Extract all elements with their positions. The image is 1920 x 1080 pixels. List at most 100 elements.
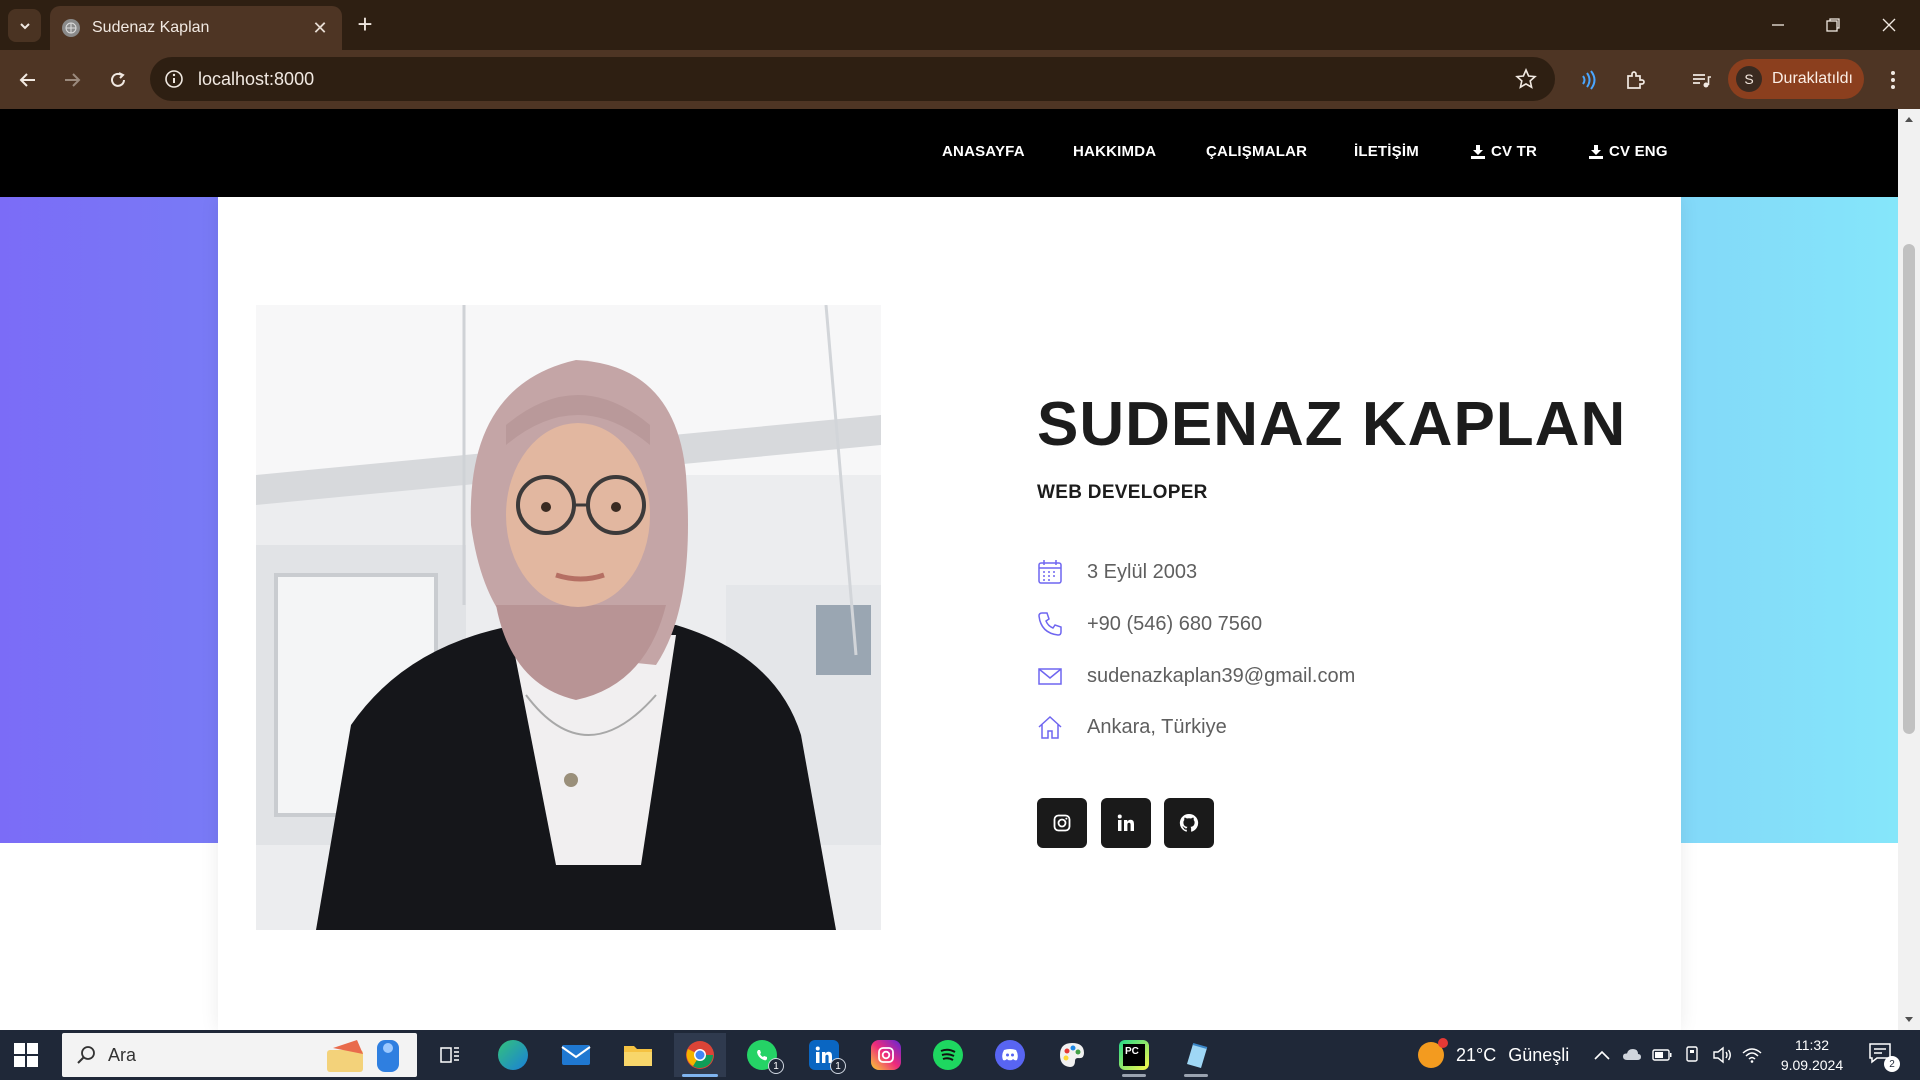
taskbar-discord[interactable] bbox=[984, 1033, 1036, 1077]
task-view-button[interactable] bbox=[424, 1033, 476, 1077]
active-indicator bbox=[682, 1074, 718, 1077]
instagram-icon bbox=[1053, 814, 1071, 832]
linkedin-button[interactable] bbox=[1101, 798, 1151, 848]
profile-role: WEB DEVELOPER bbox=[1037, 482, 1208, 503]
media-cast-icon[interactable] bbox=[1574, 65, 1604, 95]
minimize-icon[interactable] bbox=[1763, 12, 1793, 38]
taskbar-whatsapp[interactable]: 1 bbox=[736, 1033, 788, 1077]
scroll-thumb[interactable] bbox=[1903, 244, 1915, 734]
github-button[interactable] bbox=[1164, 798, 1214, 848]
windows-start-icon[interactable] bbox=[14, 1043, 38, 1067]
profile-name: SUDENAZ KAPLAN bbox=[1037, 390, 1627, 459]
profile-card: SUDENAZ KAPLAN WEB DEVELOPER 3 Eylül 200… bbox=[218, 197, 1681, 1030]
extensions-puzzle-icon[interactable] bbox=[1620, 65, 1650, 95]
battery-icon[interactable] bbox=[1652, 1045, 1672, 1065]
address-bar[interactable]: localhost:8000 bbox=[150, 57, 1555, 101]
cv-eng-download-link[interactable]: CV ENG bbox=[1589, 143, 1668, 160]
phone-text: +90 (546) 680 7560 bbox=[1087, 612, 1263, 635]
wifi-icon[interactable] bbox=[1742, 1045, 1762, 1065]
running-indicator bbox=[1184, 1074, 1208, 1077]
taskbar-spotify[interactable] bbox=[922, 1033, 974, 1077]
download-icon bbox=[1589, 144, 1603, 159]
scroll-up-arrow-icon[interactable] bbox=[1904, 115, 1914, 125]
birthdate-text: 3 Eylül 2003 bbox=[1087, 560, 1198, 583]
browser-toolbar: localhost:8000 S Duraklatıldı bbox=[0, 50, 1920, 109]
os-taskbar: Ara 1 1 PC 21°C Güneşli 11:32 9.09.2024 … bbox=[0, 1030, 1920, 1080]
system-clock[interactable]: 11:32 9.09.2024 bbox=[1772, 1035, 1852, 1075]
notepad-icon bbox=[1187, 1043, 1208, 1068]
taskbar-pycharm[interactable]: PC bbox=[1108, 1033, 1160, 1077]
scroll-down-arrow-icon[interactable] bbox=[1904, 1014, 1914, 1024]
nav-link-hakkimda[interactable]: HAKKIMDA bbox=[1073, 143, 1156, 160]
nav-link-iletisim[interactable]: İLETİŞİM bbox=[1354, 143, 1419, 160]
close-window-icon[interactable] bbox=[1874, 12, 1904, 38]
taskbar-file-explorer[interactable] bbox=[612, 1033, 664, 1077]
browser-tab[interactable]: Sudenaz Kaplan ✕ bbox=[50, 6, 342, 50]
weather-desc: Güneşli bbox=[1508, 1044, 1570, 1065]
running-indicator bbox=[1122, 1074, 1146, 1077]
chrome-icon bbox=[686, 1041, 714, 1069]
envelope-icon bbox=[1038, 668, 1062, 685]
site-info-icon[interactable] bbox=[164, 69, 184, 89]
taskbar-notepad[interactable] bbox=[1170, 1033, 1222, 1077]
instagram-button[interactable] bbox=[1037, 798, 1087, 848]
taskbar-paint[interactable] bbox=[1046, 1033, 1098, 1077]
tab-title: Sudenaz Kaplan bbox=[92, 19, 210, 36]
notification-center-button[interactable]: 2 bbox=[1868, 1042, 1900, 1072]
instagram-app-icon bbox=[871, 1040, 901, 1070]
taskbar-instagram[interactable] bbox=[860, 1033, 912, 1077]
linkedin-icon bbox=[1117, 814, 1134, 831]
profile-button[interactable]: S Duraklatıldı bbox=[1728, 59, 1864, 99]
site-navbar: ANASAYFA HAKKIMDA ÇALIŞMALAR İLETİŞİM CV… bbox=[0, 109, 1898, 197]
pycharm-icon: PC bbox=[1119, 1040, 1149, 1070]
cloud-sync-icon[interactable] bbox=[1622, 1045, 1642, 1065]
back-arrow-icon[interactable] bbox=[13, 65, 43, 95]
media-controls-icon[interactable] bbox=[1686, 65, 1716, 95]
taskbar-linkedin[interactable]: 1 bbox=[798, 1033, 850, 1077]
tab-search-button[interactable] bbox=[8, 9, 41, 42]
nav-link-anasayfa[interactable]: ANASAYFA bbox=[942, 143, 1025, 160]
search-placeholder: Ara bbox=[108, 1044, 137, 1065]
taskbar-search[interactable]: Ara bbox=[62, 1033, 417, 1077]
nav-link-calismalar[interactable]: ÇALIŞMALAR bbox=[1206, 143, 1307, 160]
page-scrollbar[interactable] bbox=[1898, 109, 1920, 1030]
browser-tab-bar: Sudenaz Kaplan ✕ + bbox=[0, 0, 1920, 50]
reload-icon[interactable] bbox=[103, 65, 133, 95]
speaker-volume-icon[interactable] bbox=[1712, 1045, 1732, 1065]
email-row: sudenazkaplan39@gmail.com bbox=[1037, 663, 1355, 689]
clock-time: 11:32 bbox=[1795, 1037, 1829, 1053]
usb-device-icon[interactable] bbox=[1682, 1045, 1702, 1065]
calendar-icon bbox=[1038, 560, 1062, 584]
chevron-up-icon[interactable] bbox=[1592, 1045, 1612, 1065]
whatsapp-badge: 1 bbox=[768, 1058, 784, 1074]
cv-eng-label: CV ENG bbox=[1609, 143, 1668, 160]
linkedin-badge: 1 bbox=[830, 1058, 846, 1074]
avatar: S bbox=[1736, 66, 1762, 92]
globe-icon bbox=[62, 19, 80, 37]
more-menu-icon[interactable] bbox=[1878, 65, 1908, 95]
spotify-icon bbox=[933, 1040, 963, 1070]
forward-arrow-icon[interactable] bbox=[57, 65, 87, 95]
mail-icon bbox=[561, 1045, 591, 1065]
bookmark-star-icon[interactable] bbox=[1515, 68, 1537, 90]
weather-widget[interactable]: 21°C Güneşli bbox=[1418, 1038, 1570, 1068]
taskbar-mail[interactable] bbox=[550, 1033, 602, 1077]
close-tab-icon[interactable]: ✕ bbox=[310, 18, 330, 39]
taskbar-chrome[interactable] bbox=[674, 1033, 726, 1077]
profile-status: Duraklatıldı bbox=[1772, 70, 1853, 87]
phone-row: +90 (546) 680 7560 bbox=[1037, 611, 1262, 637]
url-text[interactable]: localhost:8000 bbox=[198, 69, 314, 90]
sun-weather-icon bbox=[1418, 1038, 1448, 1068]
restore-icon[interactable] bbox=[1818, 12, 1848, 38]
location-row: Ankara, Türkiye bbox=[1037, 714, 1227, 740]
notification-count: 2 bbox=[1884, 1056, 1900, 1072]
search-icon bbox=[77, 1046, 95, 1064]
discord-icon bbox=[995, 1040, 1025, 1070]
search-highlight-illustration-icon bbox=[327, 1040, 399, 1072]
cv-tr-label: CV TR bbox=[1491, 143, 1537, 160]
github-icon bbox=[1179, 813, 1199, 832]
download-icon bbox=[1471, 144, 1485, 159]
cv-tr-download-link[interactable]: CV TR bbox=[1471, 143, 1537, 160]
new-tab-button[interactable]: + bbox=[352, 11, 378, 38]
taskbar-edge[interactable] bbox=[487, 1033, 539, 1077]
